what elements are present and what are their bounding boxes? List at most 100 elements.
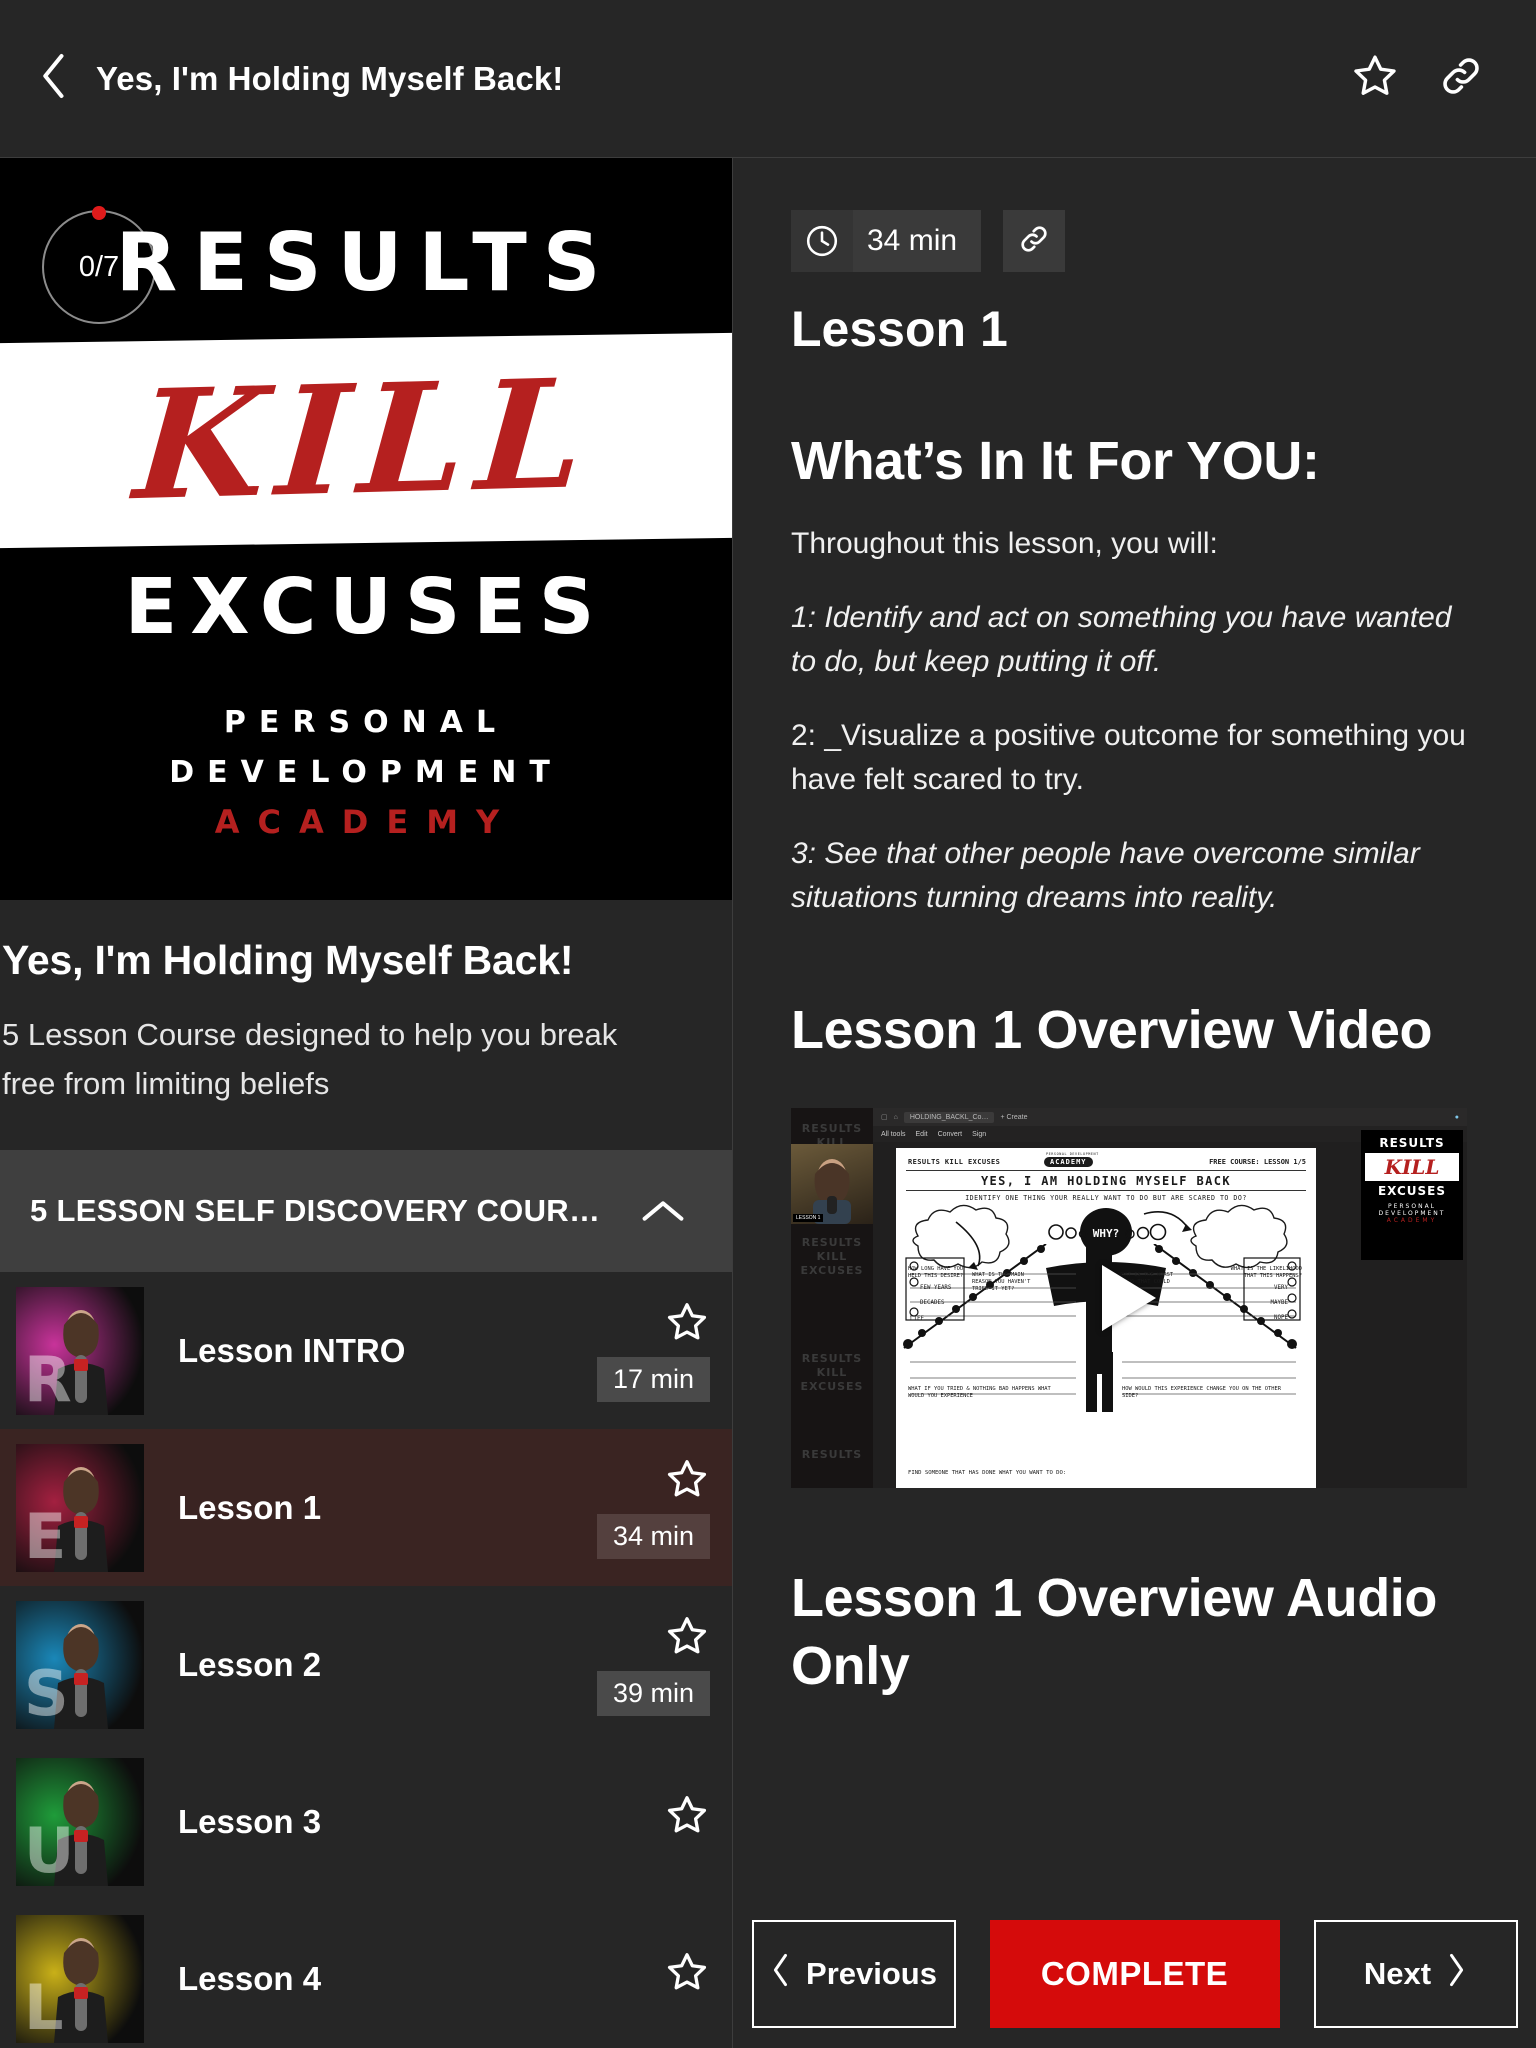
worksheet-q-mid-1: WHAT IS THE MAIN REASON YOU HAVEN'T TRIE… — [972, 1272, 1031, 1292]
share-link-button[interactable] — [1432, 50, 1490, 108]
lesson-duration-text: 34 min — [867, 224, 958, 257]
video-section-heading: Lesson 1 Overview Video — [791, 1000, 1433, 1060]
lesson-favorite-button[interactable] — [664, 1950, 710, 1999]
lesson-item-actions — [664, 1900, 710, 2048]
cover-sub-development: DEVELOPMENT — [169, 755, 563, 790]
lesson-item-label: Lesson 3 — [178, 1802, 322, 1840]
video-logo-line4: PERSONAL — [1387, 1203, 1437, 1210]
lesson-thumbnail-letter: R — [24, 1342, 72, 1415]
lesson-item-actions: 17 min — [596, 1272, 710, 1429]
lesson-share-button[interactable] — [1003, 210, 1066, 272]
previous-button[interactable]: Previous — [751, 1920, 956, 2028]
lesson-thumbnail: U — [16, 1757, 144, 1886]
video-toolbar-sign: Sign — [972, 1130, 987, 1138]
favorite-button[interactable] — [1346, 50, 1404, 108]
lesson-footer-actions: Previous COMPLETE Next — [733, 1900, 1536, 2048]
video-presenter-cam: LESSON 1 — [791, 1144, 873, 1224]
audio-section-heading: Lesson 1 Overview Audio Only — [791, 1568, 1437, 1696]
worksheet-opt-right-2: MAYBE — [1270, 1300, 1288, 1306]
clock-icon — [791, 210, 853, 272]
app-header: Yes, I'm Holding Myself Back! — [0, 0, 1536, 158]
worksheet-q-right: WHAT IS THE LIKELIHOOD THAT THIS HAPPENS… — [1230, 1266, 1302, 1279]
progress-label: 0/7 — [78, 250, 120, 283]
main-content: RESULTS KILL EXCUSES PERSONAL DEVELOPMEN… — [0, 158, 1536, 2048]
video-logo-line5: DEVELOPMENT — [1378, 1210, 1446, 1217]
lesson-thumbnail-letter: S — [24, 1656, 69, 1729]
video-logo-line3: EXCUSES — [1377, 1184, 1447, 1198]
worksheet-opt-left-3: LIFE — [910, 1316, 924, 1322]
cover-sub-personal: PERSONAL — [223, 705, 509, 740]
worksheet-q-left: HOW LONG HAVE YOU HELD THIS DESIRE? — [908, 1266, 964, 1279]
star-icon — [664, 1614, 710, 1663]
course-cover-image: RESULTS KILL EXCUSES PERSONAL DEVELOPMEN… — [0, 158, 732, 900]
worksheet-course-label: FREE COURSE: LESSON 1/5 — [1209, 1158, 1306, 1166]
worksheet-brand: RESULTS KILL EXCUSES — [908, 1158, 1001, 1166]
next-button-label: Next — [1363, 1956, 1432, 1991]
cover-sub-academy: ACADEMY — [214, 803, 518, 841]
lesson-list-item[interactable]: L Lesson 4 — [0, 1900, 732, 2048]
star-icon — [1350, 52, 1400, 105]
lesson-item-actions: 39 min — [596, 1586, 710, 1743]
lesson-item-label: Lesson 1 — [178, 1488, 322, 1526]
play-icon[interactable] — [1102, 1265, 1156, 1331]
back-button[interactable] — [22, 47, 86, 111]
worksheet-q-bot-3: FIND SOMEONE THAT HAS DONE WHAT YOU WANT… — [908, 1470, 1067, 1476]
worksheet-q-bot-2: HOW WOULD THIS EXPERIENCE CHANGE YOU ON … — [1122, 1386, 1282, 1399]
cover-line-kill: KILL — [129, 345, 603, 535]
lesson-thumbnail: S — [16, 1600, 144, 1729]
progress-dot — [92, 206, 106, 220]
complete-button[interactable]: COMPLETE — [989, 1920, 1280, 2028]
lesson-favorite-button[interactable] — [664, 1457, 710, 1506]
complete-button-label: COMPLETE — [1040, 1955, 1229, 1992]
lesson-thumbnail-letter: U — [24, 1813, 75, 1886]
benefit-item-1: 1: Identify and act on something you hav… — [791, 601, 1452, 678]
link-icon — [1437, 52, 1485, 105]
lesson-favorite-button[interactable] — [664, 1793, 710, 1842]
worksheet-q-bot-1: WHAT IF YOU TRIED & NOTHING BAD HAPPENS … — [908, 1386, 1051, 1399]
next-button[interactable]: Next — [1313, 1920, 1518, 2028]
cover-line-excuses: EXCUSES — [124, 563, 608, 652]
lesson-item-label: Lesson 4 — [178, 1959, 322, 1997]
lesson-detail-pane: 34 min Lesson 1 What’s In It For YOU: Th… — [733, 158, 1536, 2048]
svg-text:WHY?: WHY? — [1093, 1227, 1120, 1240]
benefits-intro: Throughout this lesson, you will: — [791, 527, 1218, 560]
section-header-toggle[interactable]: 5 LESSON SELF DISCOVERY COUR… — [0, 1150, 732, 1272]
benefit-item-2: 2: _Visualize a positive outcome for som… — [791, 719, 1466, 796]
worksheet-opt-left-1: FEW YEARS — [920, 1285, 952, 1291]
lesson-list-item[interactable]: U Lesson 3 — [0, 1743, 732, 1900]
chevron-left-icon — [37, 51, 71, 106]
video-logo-line1: RESULTS — [1379, 1136, 1445, 1150]
lesson-meta-row: 34 min — [791, 210, 1480, 272]
lesson-list-item[interactable]: S Lesson 2 39 min — [0, 1586, 732, 1743]
video-newtab-label: + Create — [1000, 1113, 1028, 1121]
star-icon — [664, 1457, 710, 1506]
lesson-item-actions: 34 min — [596, 1429, 710, 1586]
lesson-item-label: Lesson INTRO — [178, 1331, 406, 1369]
benefits-heading: What’s In It For YOU: — [791, 431, 1320, 491]
lesson-item-duration: 34 min — [596, 1513, 710, 1559]
video-toolbar-edit: Edit — [915, 1130, 928, 1138]
video-cam-tag: LESSON 1 — [793, 1214, 824, 1222]
worksheet-prompt: IDENTIFY ONE THING YOUR REALLY WANT TO D… — [965, 1194, 1247, 1202]
video-toolbar-convert: Convert — [937, 1130, 963, 1138]
previous-button-label: Previous — [806, 1956, 937, 1991]
worksheet-title: YES, I AM HOLDING MYSELF BACK — [980, 1174, 1232, 1188]
lesson-list-item[interactable]: E Lesson 1 34 min — [0, 1429, 732, 1586]
chevron-right-icon — [1445, 1952, 1467, 1996]
lesson-thumbnail-letter: E — [24, 1499, 67, 1572]
worksheet-opt-right-1: VERY — [1274, 1285, 1288, 1291]
lesson-favorite-button[interactable] — [664, 1300, 710, 1349]
worksheet-brand-badge-top: PERSONAL DEVELOPMENT — [1046, 1152, 1099, 1156]
lesson-list: R Lesson INTRO 17 min E Lesson 1 34 min S Lesso… — [0, 1272, 732, 2048]
course-title: Yes, I'm Holding Myself Back! — [2, 937, 574, 983]
video-logo-line2: KILL — [1365, 1153, 1459, 1181]
lesson-video-player[interactable]: RESULTS KILL EXCUSES RESULTS KILL EXCUSE… — [791, 1108, 1467, 1488]
course-sidebar: RESULTS KILL EXCUSES PERSONAL DEVELOPMEN… — [0, 158, 732, 2048]
lesson-favorite-button[interactable] — [664, 1614, 710, 1663]
link-icon — [1017, 222, 1051, 261]
star-icon — [664, 1793, 710, 1842]
lesson-heading: Lesson 1 — [791, 301, 1008, 357]
course-description: 5 Lesson Course designed to help you bre… — [2, 1017, 618, 1101]
video-brand-logo: RESULTS KILL EXCUSES PERSONAL DEVELOPMEN… — [1361, 1130, 1463, 1260]
lesson-list-item[interactable]: R Lesson INTRO 17 min — [0, 1272, 732, 1429]
